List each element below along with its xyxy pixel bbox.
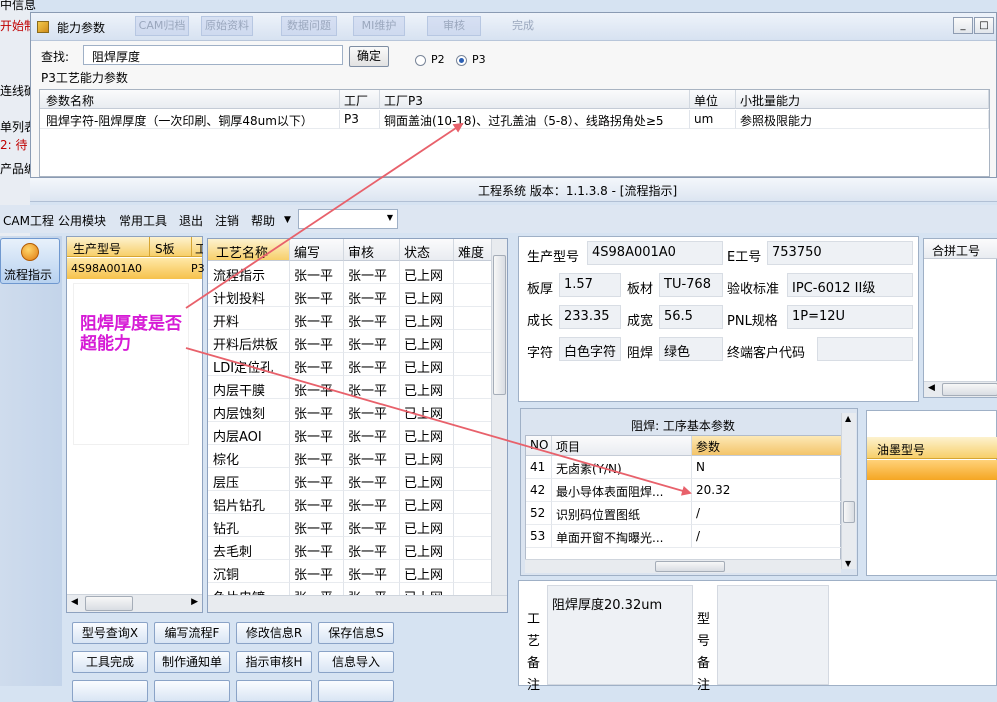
annotation-arrows: [185, 122, 692, 496]
arrow-to-param: [185, 347, 692, 496]
arrow-to-capability: [185, 122, 464, 309]
